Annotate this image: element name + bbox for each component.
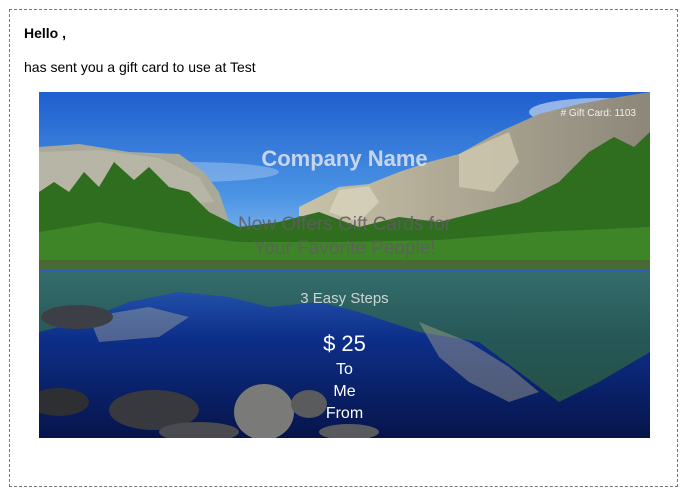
gift-card: # Gift Card: 1103 Company Name Now Offer… xyxy=(39,92,650,438)
recipient-name: Me xyxy=(333,383,356,400)
gift-message-text: has sent you a gift card to use at Test xyxy=(24,59,256,75)
gift-amount: $ 25 xyxy=(323,331,366,356)
steps-text: 3 Easy Steps xyxy=(300,290,389,307)
tagline-line-1: Now Offers Gift Cards for xyxy=(238,214,451,235)
sender-label: From xyxy=(325,405,364,422)
company-name: Company Name xyxy=(261,146,428,171)
tagline-line-2: Your Favorite People! xyxy=(253,238,436,259)
recipient-label: To xyxy=(336,361,353,378)
tagline: Now Offers Gift Cards for Your Favorite … xyxy=(39,213,650,261)
gift-card-number: # Gift Card: 1103 xyxy=(560,108,636,119)
greeting-text: Hello , xyxy=(24,25,67,41)
